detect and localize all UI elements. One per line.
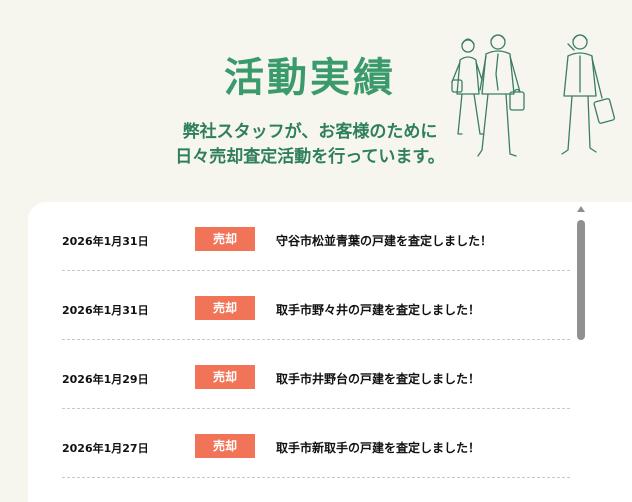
category-badge: 売却: [195, 365, 255, 389]
business-people-illustration: [451, 34, 616, 157]
activity-list-panel: 2026年1月31日 売却 守谷市松並青葉の戸建を査定しました！ 2026年1月…: [28, 202, 632, 502]
item-date: 2026年1月31日: [62, 235, 149, 248]
list-item[interactable]: 2026年1月31日 売却 守谷市松並青葉の戸建を査定しました！: [62, 202, 570, 271]
list-item[interactable]: 2026年1月31日 売却 取手市野々井の戸建を査定しました！: [62, 271, 570, 340]
scrollbar-thumb[interactable]: [577, 220, 585, 340]
item-date: 2026年1月27日: [62, 442, 149, 455]
item-title-link[interactable]: 取手市野々井の戸建を査定しました！: [276, 301, 480, 318]
subtitle-line-2: 日々売却査定活動を行っています。: [175, 147, 445, 167]
scrollbar[interactable]: [575, 206, 587, 490]
item-title-link[interactable]: 取手市新取手の戸建を査定しました！: [276, 439, 480, 456]
scroll-up-arrow-icon[interactable]: [577, 206, 585, 212]
page-subtitle: 弊社スタッフが、お客様のために 日々売却査定活動を行っています。: [140, 120, 480, 170]
item-title-link[interactable]: 取手市井野台の戸建を査定しました！: [276, 370, 480, 387]
item-title-link[interactable]: 守谷市松並青葉の戸建を査定しました！: [276, 232, 492, 249]
list-item[interactable]: 2026年1月29日 売却 取手市井野台の戸建を査定しました！: [62, 340, 570, 409]
page-title: 活動実績: [224, 55, 396, 101]
category-badge: 売却: [195, 227, 255, 251]
item-date: 2026年1月31日: [62, 304, 149, 317]
category-badge: 売却: [195, 434, 255, 458]
subtitle-line-1: 弊社スタッフが、お客様のために: [182, 122, 438, 142]
list-item[interactable]: 2026年1月27日 売却 取手市新取手の戸建を査定しました！: [62, 409, 570, 478]
category-badge: 売却: [195, 296, 255, 320]
item-date: 2026年1月29日: [62, 373, 149, 386]
